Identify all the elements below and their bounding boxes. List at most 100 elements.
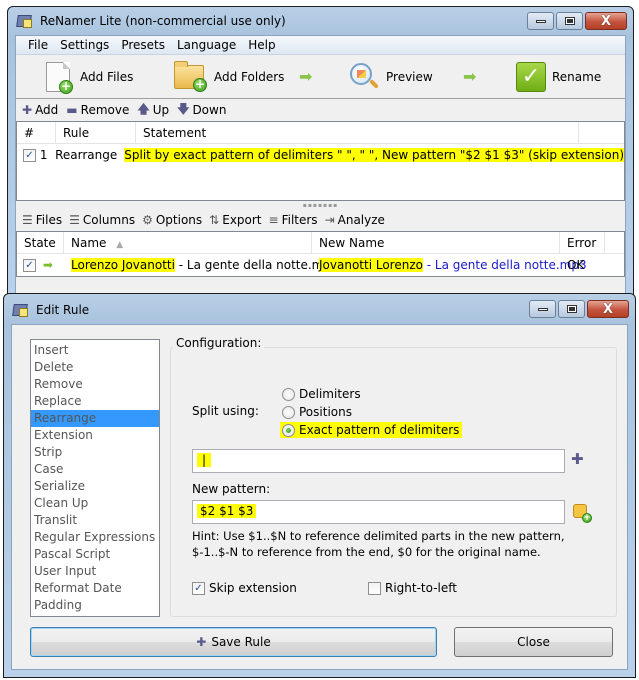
rename-button[interactable]: ✓ Rename: [516, 59, 601, 95]
col-rule[interactable]: Rule: [56, 122, 136, 143]
maximize-button[interactable]: [558, 300, 585, 318]
rule-list-item[interactable]: Extension: [31, 427, 159, 444]
plus-icon: ✚: [196, 635, 207, 649]
add-files-button[interactable]: + Add Files: [46, 59, 133, 95]
move-up-button[interactable]: 🡅 Up: [137, 100, 169, 121]
preview-button[interactable]: Preview: [350, 59, 433, 95]
new-pattern-input[interactable]: $2 $1 $3: [192, 500, 565, 524]
menu-language[interactable]: Language: [171, 38, 242, 52]
col-index[interactable]: #: [17, 122, 56, 143]
radio-exact-pattern[interactable]: Exact pattern of delimiters: [280, 422, 463, 438]
close-dialog-button[interactable]: Close: [454, 627, 613, 657]
add-delimiter-button[interactable]: ✚: [571, 450, 584, 468]
plus-icon: ✚: [22, 103, 33, 117]
rule-list-item[interactable]: Pascal Script: [31, 546, 159, 563]
menu-settings[interactable]: Settings: [54, 38, 115, 52]
main-window: ReNamer Lite (non-commercial use only) X…: [7, 6, 634, 296]
options-menu-button[interactable]: ⚙ Options: [142, 213, 202, 227]
rule-type-list[interactable]: Insert Delete Remove Replace Rearrange Extens…: [30, 339, 160, 617]
panel-splitter[interactable]: ▪▪▪▪▪▪▪: [16, 201, 625, 209]
add-files-icon: +: [46, 62, 73, 94]
minimize-button[interactable]: [529, 300, 556, 318]
files-table: State Name ▲ New Name Error ✓ ➡ Lorenzo …: [16, 231, 625, 277]
file-row[interactable]: ✓ ➡ Lorenzo Jovanotti - La gente della n…: [17, 254, 624, 276]
files-table-header: State Name ▲ New Name Error: [17, 232, 624, 254]
radio-button[interactable]: [282, 387, 295, 401]
maximize-button[interactable]: [556, 12, 583, 30]
rule-list-item[interactable]: Regular Expressions: [31, 529, 159, 546]
checkbox[interactable]: [368, 581, 381, 595]
close-button[interactable]: X: [587, 300, 629, 318]
file-error-status: OK: [567, 258, 585, 272]
rule-list-item[interactable]: Delete: [31, 359, 159, 376]
edit-rule-window-controls: X: [529, 300, 629, 318]
menu-bar: File Settings Presets Language Help: [16, 36, 625, 55]
rule-list-item[interactable]: Padding: [31, 597, 159, 614]
file-enabled-checkbox[interactable]: ✓: [23, 259, 36, 272]
delimiter-pattern-input[interactable]: |: [192, 449, 565, 473]
radio-button-selected[interactable]: [282, 423, 295, 437]
rule-row[interactable]: ✓ 1 Rearrange Split by exact pattern of …: [17, 144, 624, 166]
main-window-controls: X: [527, 12, 627, 30]
add-folders-button[interactable]: + Add Folders: [174, 59, 284, 95]
rule-list-item[interactable]: Translit: [31, 512, 159, 529]
remove-rule-button[interactable]: ▬ Remove: [66, 103, 129, 117]
rule-list-item[interactable]: Reformat Date: [31, 580, 159, 597]
preview-magnifier-icon: [350, 63, 379, 91]
col-statement[interactable]: Statement: [136, 122, 579, 143]
close-icon: X: [602, 301, 614, 317]
rule-list-item[interactable]: Clean Up: [31, 495, 159, 512]
rule-list-item[interactable]: Case: [31, 461, 159, 478]
col-state[interactable]: State: [17, 232, 64, 253]
file-name: Lorenzo Jovanotti - La gente della notte…: [71, 258, 339, 272]
sort-ascending-icon: ▲: [116, 240, 124, 250]
split-using-label: Split using:: [192, 404, 259, 418]
save-rule-button[interactable]: ✚ Save Rule: [30, 627, 437, 657]
menu-presets[interactable]: Presets: [115, 38, 171, 52]
arrow-right-icon: ➡: [463, 67, 477, 86]
arrow-right-icon: ➡: [299, 67, 313, 86]
col-name[interactable]: Name ▲: [64, 232, 312, 253]
filters-menu-button[interactable]: ≡ Filters: [269, 213, 318, 227]
insert-meta-tag-button[interactable]: +: [573, 504, 592, 523]
add-folders-icon: +: [174, 61, 207, 92]
col-new-name[interactable]: New Name: [312, 232, 560, 253]
filters-icon: ≡: [268, 213, 279, 227]
rule-list-item[interactable]: User Input: [31, 563, 159, 580]
radio-positions[interactable]: Positions: [282, 405, 352, 419]
minimize-button[interactable]: [527, 12, 554, 30]
columns-menu-button[interactable]: ☰ Columns: [69, 213, 135, 227]
radio-button[interactable]: [282, 405, 295, 419]
analyze-icon: ⇥: [324, 213, 335, 227]
rule-list-item[interactable]: Remove: [31, 376, 159, 393]
rule-list-item[interactable]: Serialize: [31, 478, 159, 495]
main-toolbar: + Add Files + Add Folders ➡ Preview ➡ ✓ …: [16, 55, 625, 99]
radio-delimiters[interactable]: Delimiters: [282, 387, 361, 401]
rules-table: # Rule Statement ✓ 1 Rearrange Split by …: [16, 121, 625, 201]
close-button[interactable]: X: [585, 12, 627, 30]
new-pattern-label: New pattern:: [192, 482, 271, 496]
rule-list-item[interactable]: Strip: [31, 444, 159, 461]
arrow-up-icon: 🡅: [137, 101, 150, 116]
edit-rule-title: Edit Rule: [36, 303, 90, 317]
renamer-app-icon: [16, 13, 34, 29]
main-window-title: ReNamer Lite (non-commercial use only): [40, 14, 286, 28]
rule-list-item[interactable]: Insert: [31, 342, 159, 359]
move-down-button[interactable]: 🡇 Down: [177, 100, 226, 121]
add-rule-button[interactable]: ✚ Add: [22, 103, 58, 117]
edit-rule-window: Edit Rule X Insert Delete Remove Replace Rea…: [3, 293, 636, 678]
right-to-left-checkbox[interactable]: Right-to-left: [368, 581, 457, 595]
files-menu-button[interactable]: ☰ Files: [22, 213, 62, 227]
col-error[interactable]: Error: [560, 232, 605, 253]
export-menu-button[interactable]: ⇅ Export: [209, 213, 261, 227]
skip-extension-checkbox[interactable]: ✓ Skip extension: [192, 581, 297, 595]
analyze-menu-button[interactable]: ⇥ Analyze: [325, 213, 385, 227]
checkbox[interactable]: ✓: [192, 581, 205, 595]
menu-file[interactable]: File: [22, 38, 54, 52]
minus-icon: ▬: [66, 103, 78, 117]
rule-list-item[interactable]: Replace: [31, 393, 159, 410]
rule-list-item[interactable]: Rearrange: [31, 410, 159, 427]
main-client: File Settings Presets Language Help + Ad…: [15, 35, 626, 296]
rule-enabled-checkbox[interactable]: ✓: [23, 149, 36, 162]
menu-help[interactable]: Help: [242, 38, 281, 52]
